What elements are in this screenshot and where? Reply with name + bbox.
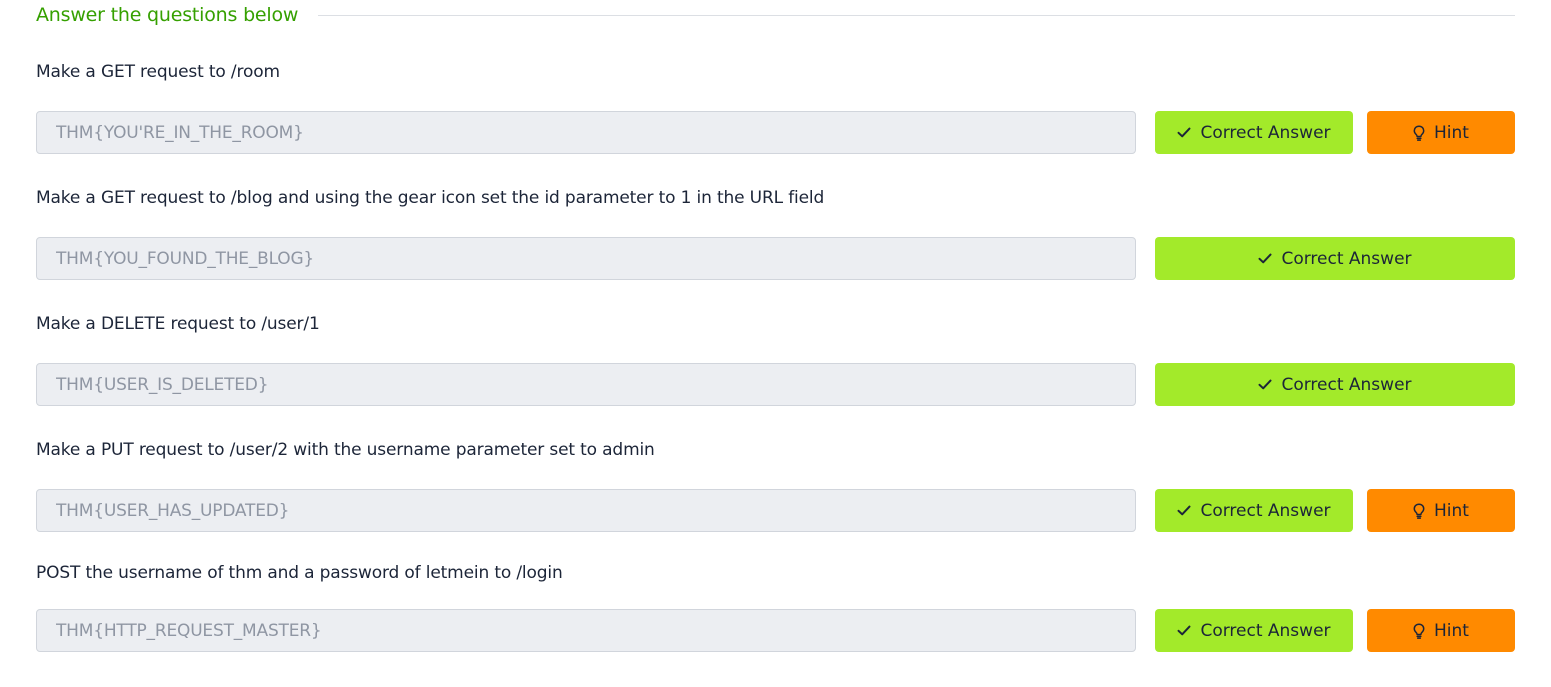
- lightbulb-icon: [1413, 502, 1425, 519]
- answer-input[interactable]: [36, 489, 1136, 532]
- section-title: Answer the questions below: [36, 4, 299, 26]
- question-text: Make a GET request to /room: [36, 62, 280, 82]
- answer-input[interactable]: [36, 237, 1136, 280]
- question-text: Make a GET request to /blog and using th…: [36, 188, 825, 208]
- answer-row: Correct Answer Hint: [36, 489, 1515, 532]
- correct-answer-label: Correct Answer: [1200, 122, 1331, 143]
- correct-answer-button[interactable]: Correct Answer: [1155, 609, 1353, 652]
- lightbulb-icon: [1413, 622, 1425, 639]
- question-3: Make a DELETE request to /user/1 Correct…: [36, 312, 1515, 406]
- answer-row: Correct Answer Hint: [36, 111, 1515, 154]
- answer-row: Correct Answer: [36, 363, 1515, 406]
- hint-label: Hint: [1434, 122, 1469, 143]
- hint-label: Hint: [1434, 500, 1469, 521]
- question-text: Make a PUT request to /user/2 with the u…: [36, 440, 655, 460]
- answer-input[interactable]: [36, 111, 1136, 154]
- question-text: Make a DELETE request to /user/1: [36, 314, 320, 334]
- correct-answer-button[interactable]: Correct Answer: [1155, 237, 1515, 280]
- answer-input[interactable]: [36, 363, 1136, 406]
- section-divider: [318, 14, 1515, 16]
- lightbulb-icon: [1413, 124, 1425, 141]
- check-icon: [1177, 625, 1191, 636]
- question-text: POST the username of thm and a password …: [36, 563, 563, 583]
- correct-answer-label: Correct Answer: [1200, 500, 1331, 521]
- correct-answer-button[interactable]: Correct Answer: [1155, 363, 1515, 406]
- hint-button[interactable]: Hint: [1367, 489, 1515, 532]
- correct-answer-button[interactable]: Correct Answer: [1155, 111, 1353, 154]
- check-icon: [1258, 253, 1272, 264]
- question-4: Make a PUT request to /user/2 with the u…: [36, 438, 1515, 532]
- hint-button[interactable]: Hint: [1367, 609, 1515, 652]
- section-header: Answer the questions below: [36, 0, 1515, 30]
- question-5: POST the username of thm and a password …: [36, 561, 1515, 652]
- answer-input[interactable]: [36, 609, 1136, 652]
- answer-row: Correct Answer: [36, 237, 1515, 280]
- correct-answer-label: Correct Answer: [1200, 620, 1331, 641]
- answer-row: Correct Answer Hint: [36, 609, 1515, 652]
- check-icon: [1258, 379, 1272, 390]
- check-icon: [1177, 505, 1191, 516]
- correct-answer-label: Correct Answer: [1281, 374, 1412, 395]
- question-1: Make a GET request to /room Correct Answ…: [36, 60, 1515, 154]
- question-2: Make a GET request to /blog and using th…: [36, 186, 1515, 280]
- hint-button[interactable]: Hint: [1367, 111, 1515, 154]
- hint-label: Hint: [1434, 620, 1469, 641]
- check-icon: [1177, 127, 1191, 138]
- correct-answer-button[interactable]: Correct Answer: [1155, 489, 1353, 532]
- correct-answer-label: Correct Answer: [1281, 248, 1412, 269]
